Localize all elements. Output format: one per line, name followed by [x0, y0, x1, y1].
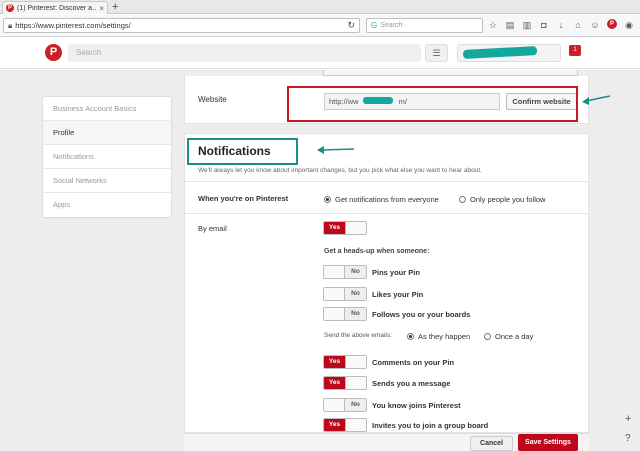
toolbar-icons: ☆ ▤ ▥ ◘ ↓ ⌂ ☺ P ◉ ≡: [488, 19, 640, 31]
pinterest-logo[interactable]: P: [45, 44, 62, 61]
annotation-arrow-notifications: [317, 146, 355, 154]
browser-tab[interactable]: P (1) Pinterest: Discover a… ×: [2, 1, 108, 14]
toggle-knob: [324, 288, 346, 300]
google-icon: G: [371, 21, 378, 30]
on-pinterest-label: When you're on Pinterest: [198, 194, 289, 203]
notifications-card: [184, 133, 589, 433]
toggle-knob: [344, 377, 366, 389]
website-label: Website: [198, 95, 227, 104]
joins-pinterest-label: You know joins Pinterest: [372, 401, 461, 410]
toggle-state: Yes: [324, 419, 345, 431]
comments-on-pin-label: Comments on your Pin: [372, 358, 455, 367]
pinterest-favicon-icon: P: [6, 4, 14, 12]
follows-you-label: Follows you or your boards: [372, 310, 471, 319]
toggle-comments-on-pin[interactable]: Yes: [323, 355, 367, 369]
settings-sidebar: Business Account Basics Profile Notifica…: [42, 96, 172, 218]
toggle-state: No: [345, 266, 366, 278]
toggle-state: No: [345, 399, 366, 411]
sidebar-item-business-account-basics[interactable]: Business Account Basics: [43, 97, 171, 121]
toggle-sends-message[interactable]: Yes: [323, 376, 367, 390]
toggle-knob: [324, 399, 346, 411]
pocket-icon[interactable]: ◘: [539, 19, 549, 31]
tab-close-icon[interactable]: ×: [99, 4, 104, 13]
notifications-subtitle: We'll always let you know about importan…: [198, 167, 483, 174]
pins-your-pin-label: Pins your Pin: [372, 268, 420, 277]
by-email-toggle[interactable]: Yes: [323, 221, 367, 235]
sidebar-item-profile[interactable]: Profile: [43, 121, 171, 145]
toggle-group-board[interactable]: Yes: [323, 418, 367, 432]
annotation-arrow-website: [582, 95, 611, 105]
browser-search-placeholder[interactable]: Search: [380, 22, 402, 29]
radio-unselected-icon[interactable]: [484, 333, 491, 340]
reading-list-icon[interactable]: ▤: [505, 19, 515, 31]
save-settings-button[interactable]: Save Settings: [518, 434, 578, 451]
toggle-likes-your-pin[interactable]: No: [323, 287, 367, 301]
group-board-label: Invites you to join a group board: [372, 421, 489, 430]
toggle-pins-your-pin[interactable]: No: [323, 265, 367, 279]
pinterest-extension-icon[interactable]: P: [607, 19, 617, 29]
radio-everyone[interactable]: Get notifications from everyone: [324, 195, 439, 204]
toggle-follows-you[interactable]: No: [323, 307, 367, 321]
download-icon[interactable]: ↓: [556, 19, 566, 31]
new-tab-button[interactable]: +: [112, 1, 118, 13]
toggle-knob: [344, 222, 366, 234]
toggle-state: Yes: [324, 356, 345, 368]
annotation-red-box: [287, 86, 578, 122]
sidebar-item-notifications[interactable]: Notifications: [43, 145, 171, 169]
heads-up-label: Get a heads-up when someone:: [324, 248, 430, 255]
notification-badge[interactable]: 1: [569, 45, 581, 56]
toggle-knob: [344, 419, 366, 431]
toggle-state: Yes: [324, 377, 345, 389]
lock-icon: 🔒︎: [8, 20, 13, 30]
radio-once-a-day[interactable]: Once a day: [484, 332, 533, 341]
reload-icon[interactable]: ↻: [347, 20, 355, 31]
sidebar-item-social-networks[interactable]: Social Networks: [43, 169, 171, 193]
browser-search-bar[interactable]: G Search: [366, 18, 483, 33]
radio-unselected-icon[interactable]: [459, 196, 466, 203]
toggle-state: Yes: [324, 222, 345, 234]
cancel-button[interactable]: Cancel: [470, 436, 513, 451]
pinterest-search-input[interactable]: Search: [68, 44, 421, 62]
send-emails-label: Send the above emails:: [324, 332, 392, 339]
toggle-knob: [344, 356, 366, 368]
radio-people-you-follow[interactable]: Only people you follow: [459, 195, 545, 204]
toggle-joins-pinterest[interactable]: No: [323, 398, 367, 412]
sends-message-label: Sends you a message: [372, 379, 451, 388]
radio-everyone-label: Get notifications from everyone: [335, 195, 439, 204]
address-bar-url[interactable]: https://www.pinterest.com/settings/: [15, 21, 347, 30]
radio-once-a-day-label: Once a day: [495, 332, 534, 341]
smiley-icon[interactable]: ☺: [590, 19, 600, 31]
sync-icon[interactable]: ◉: [624, 19, 634, 31]
home-icon[interactable]: ⌂: [573, 19, 583, 31]
divider: [185, 213, 588, 214]
radio-selected-icon[interactable]: [324, 196, 331, 203]
address-bar[interactable]: 🔒︎ https://www.pinterest.com/settings/ ↻: [3, 18, 360, 33]
toggle-state: No: [345, 308, 366, 320]
by-email-label: By email: [198, 224, 227, 233]
divider: [185, 181, 588, 182]
radio-as-they-happen-label: As they happen: [418, 332, 471, 341]
bookmark-star-icon[interactable]: ☆: [488, 19, 498, 31]
likes-your-pin-label: Likes your Pin: [372, 290, 424, 299]
sidebar-item-apps[interactable]: Apps: [43, 193, 171, 217]
radio-as-they-happen[interactable]: As they happen: [407, 332, 470, 341]
zoom-in-icon[interactable]: +: [625, 413, 631, 425]
categories-menu-button[interactable]: ☰: [425, 44, 448, 62]
toggle-knob: [324, 266, 346, 278]
toggle-state: No: [345, 288, 366, 300]
help-icon[interactable]: ?: [625, 433, 631, 444]
annotation-teal-box: [187, 138, 298, 165]
toggle-knob: [324, 308, 346, 320]
radio-people-you-follow-label: Only people you follow: [470, 195, 546, 204]
radio-selected-icon[interactable]: [407, 333, 414, 340]
library-icon[interactable]: ▥: [522, 19, 532, 31]
tab-title: (1) Pinterest: Discover a…: [17, 4, 98, 12]
